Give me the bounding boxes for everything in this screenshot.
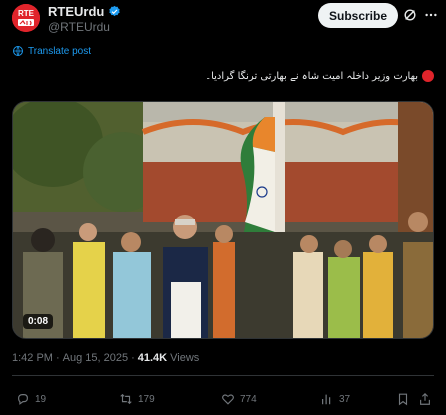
share-button[interactable]: [418, 388, 432, 410]
meta-separator: ·: [131, 352, 135, 364]
translate-post-link[interactable]: Translate post: [12, 44, 91, 58]
author-info: RTEUrdu @RTEUrdu: [48, 4, 121, 35]
post-body: بھارت وزیر داخلہ امیت شاہ نے بھارتی ترنگ…: [205, 70, 418, 82]
repost-button[interactable]: 179: [119, 388, 155, 410]
reply-count: 19: [35, 393, 47, 405]
bookmark-icon: [398, 393, 408, 406]
divider: [12, 375, 434, 376]
heart-icon: [222, 394, 234, 405]
post-header: RTE RTEUrdu @RTEUrdu Subscribe: [12, 2, 437, 42]
bar-chart-icon: [322, 394, 331, 405]
video-thumbnail: [13, 102, 433, 338]
repost-count: 179: [138, 393, 155, 405]
post-meta: 1:42 PM · Aug 15, 2025 · 41.4K Views: [12, 352, 199, 364]
verified-badge-icon: [108, 5, 121, 18]
post-text: بھارت وزیر داخلہ امیت شاہ نے بھارتی ترنگ…: [205, 70, 434, 82]
repost-icon: [120, 393, 132, 405]
svg-text:RTE: RTE: [18, 9, 35, 18]
action-bar: 19 179 774 37: [12, 388, 434, 412]
video-player[interactable]: 0:08: [12, 101, 434, 339]
views-label: Views: [170, 352, 200, 364]
post-time[interactable]: 1:42 PM: [12, 352, 53, 364]
reply-icon: [18, 394, 28, 405]
like-button[interactable]: 774: [221, 388, 257, 410]
more-icon[interactable]: [424, 8, 438, 22]
share-icon: [420, 392, 430, 405]
meta-separator: ·: [55, 352, 60, 364]
grok-icon[interactable]: [403, 8, 417, 22]
red-circle-emoji-icon: [422, 70, 434, 82]
views-button[interactable]: 37: [320, 388, 350, 410]
like-count: 774: [240, 393, 257, 405]
rte-logo-icon: RTE: [12, 4, 40, 32]
views-action-count: 37: [339, 393, 351, 405]
avatar[interactable]: RTE: [12, 4, 40, 32]
subscribe-button[interactable]: Subscribe: [318, 3, 398, 28]
post-date[interactable]: Aug 15, 2025: [63, 352, 128, 364]
bookmark-button[interactable]: [396, 388, 410, 410]
translate-label[interactable]: Translate post: [28, 46, 91, 57]
author-display-name[interactable]: RTEUrdu: [48, 4, 104, 19]
translate-icon: [13, 46, 23, 56]
views-count: 41.4K: [137, 352, 168, 364]
author-handle[interactable]: @RTEUrdu: [48, 20, 121, 35]
video-duration: 0:08: [23, 314, 54, 329]
reply-button[interactable]: 19: [16, 388, 46, 410]
